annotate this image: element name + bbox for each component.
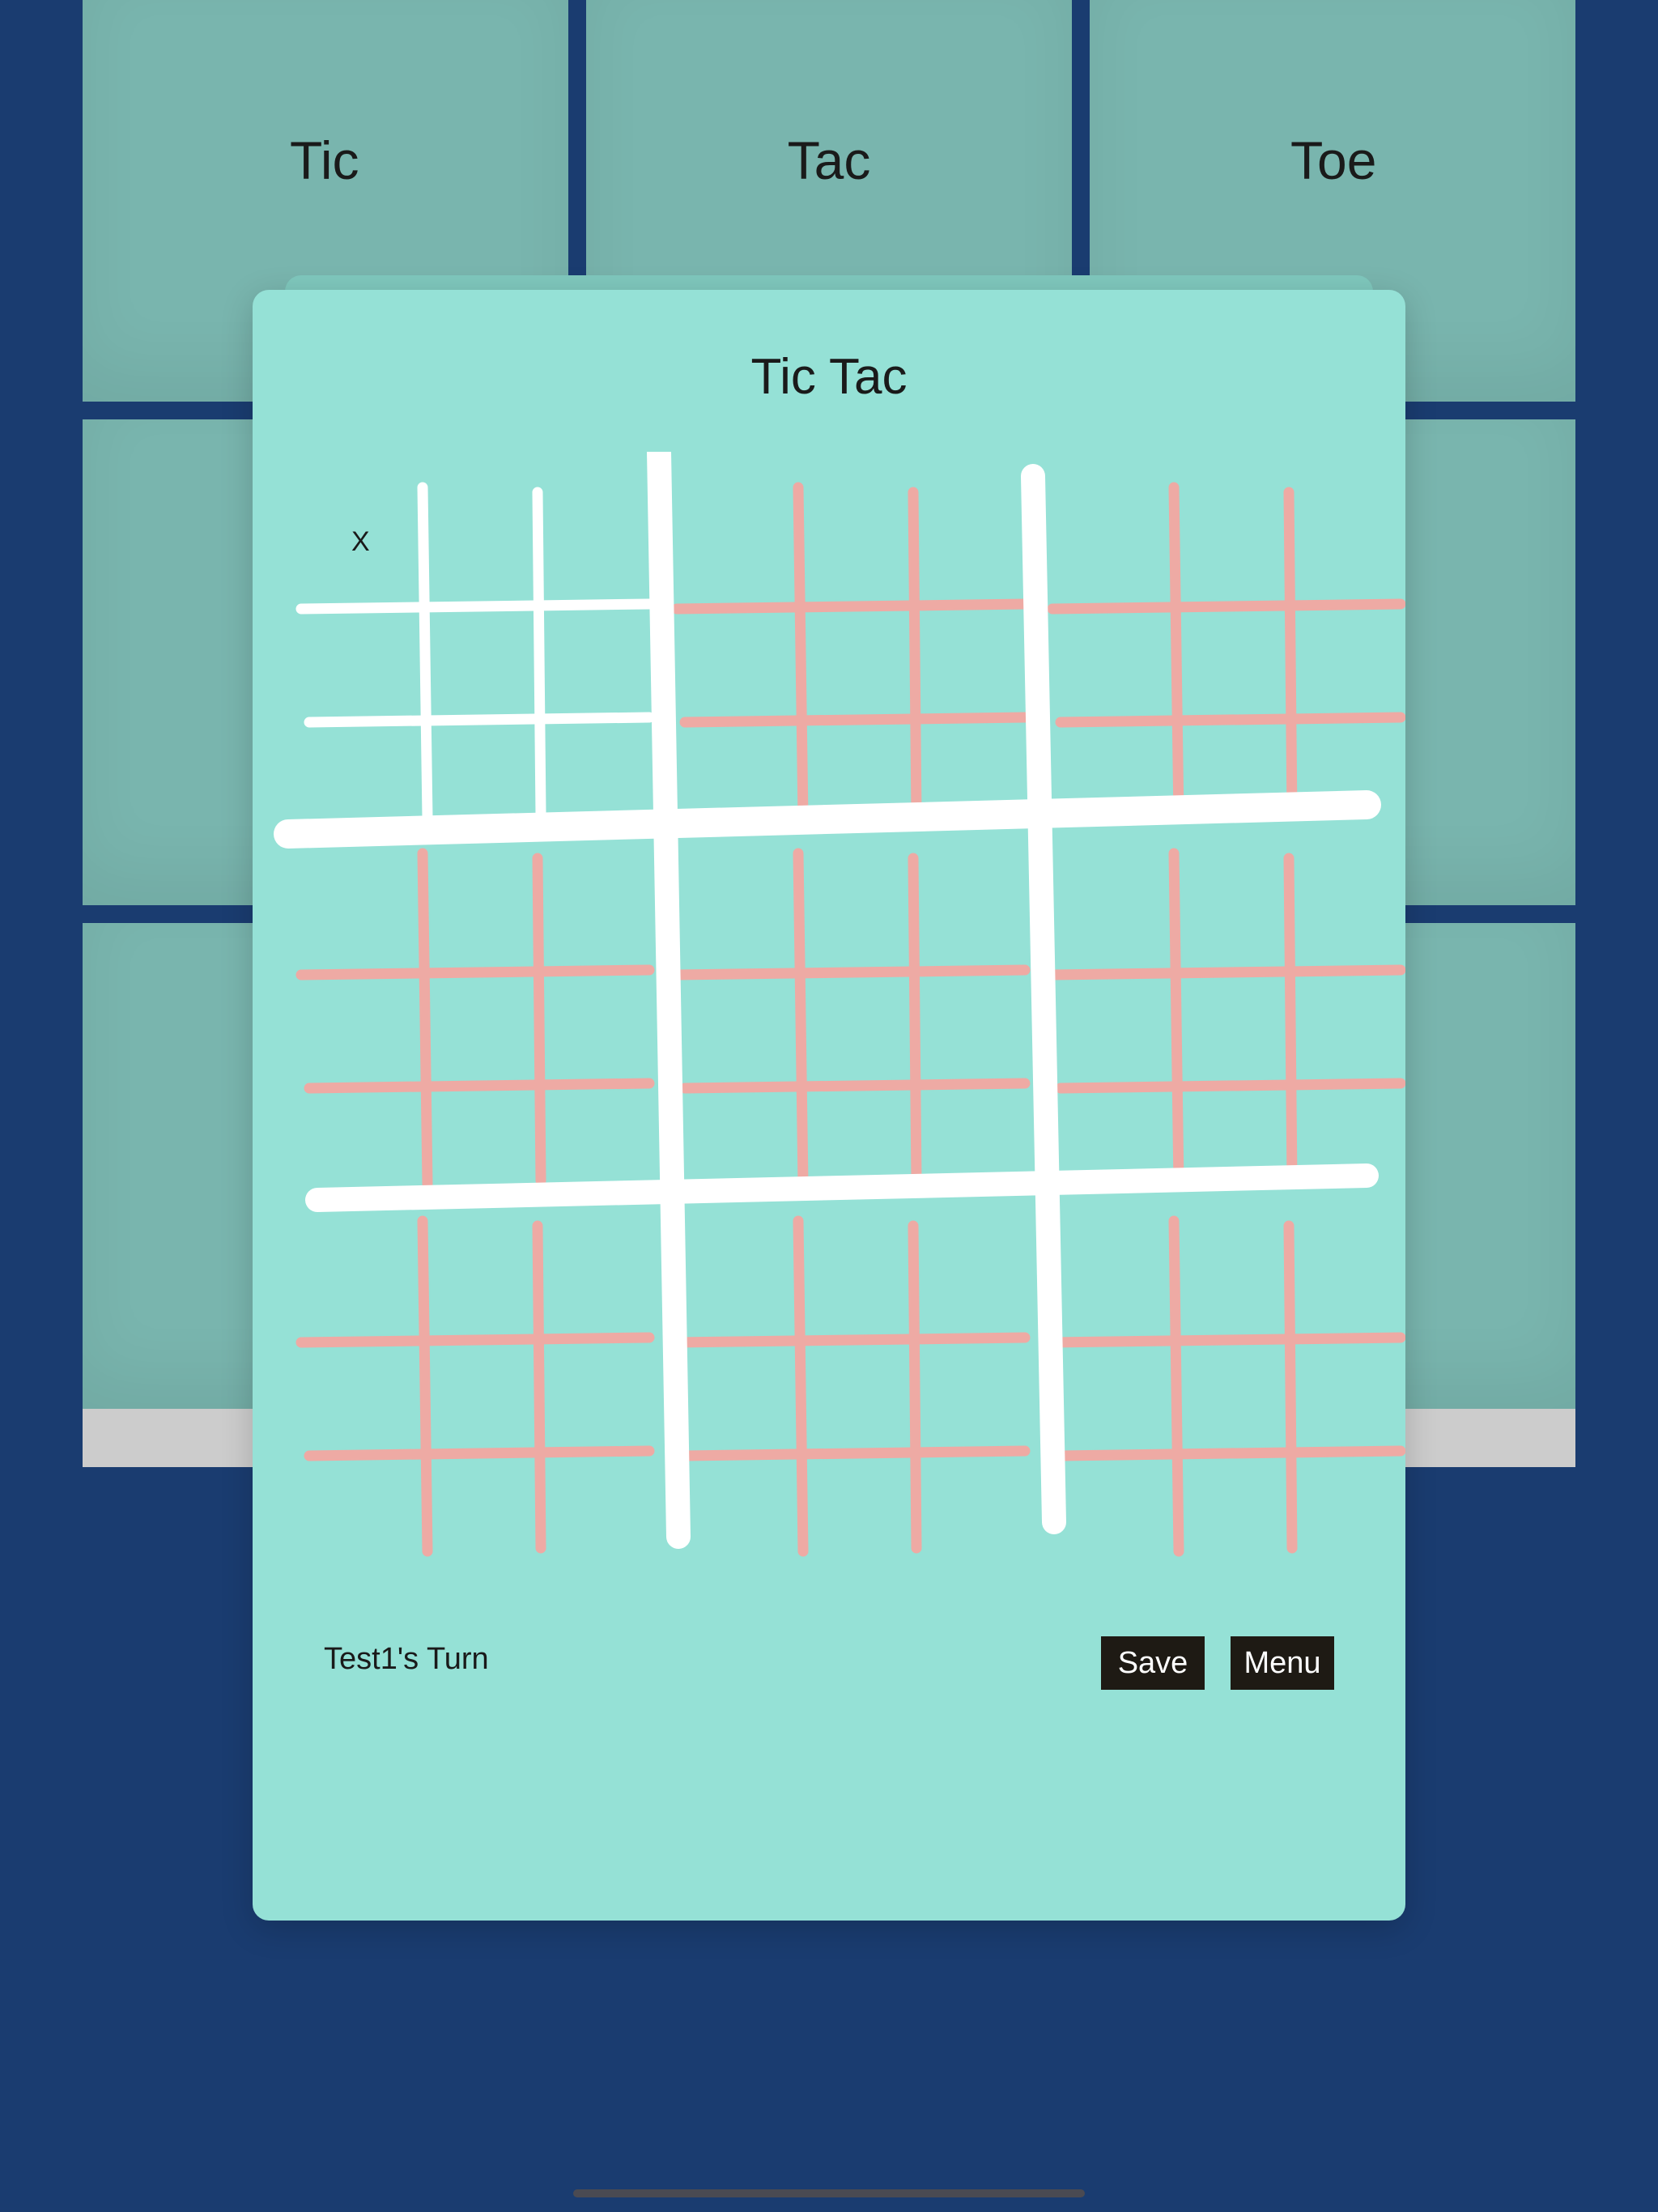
board-cell[interactable] xyxy=(534,1329,649,1440)
board-cell[interactable] xyxy=(909,1329,1025,1440)
board-cell[interactable] xyxy=(793,1073,908,1184)
dialog-title: Tic Tac xyxy=(750,349,908,405)
board-cell[interactable] xyxy=(1052,484,1168,595)
board-cell[interactable] xyxy=(793,1218,908,1329)
board-cell[interactable] xyxy=(677,961,793,1072)
board-cell[interactable] xyxy=(677,484,793,595)
home-indicator xyxy=(573,2189,1085,2197)
board-cell[interactable] xyxy=(1168,961,1284,1072)
board-cell[interactable] xyxy=(534,961,649,1072)
board-cell[interactable] xyxy=(909,961,1025,1072)
board-cell[interactable] xyxy=(1052,850,1168,961)
board-cell[interactable] xyxy=(909,1440,1025,1551)
board-cell[interactable] xyxy=(417,595,533,706)
board-cell[interactable] xyxy=(909,707,1025,818)
board-cell[interactable] xyxy=(677,1073,793,1184)
board-cell[interactable] xyxy=(1168,484,1284,595)
board-cell[interactable] xyxy=(534,1440,649,1551)
board-cell[interactable] xyxy=(417,1440,533,1551)
cell-mark-x: X xyxy=(351,526,370,557)
board-cell[interactable] xyxy=(1052,1329,1168,1440)
board-cell[interactable] xyxy=(909,595,1025,706)
menu-tile-label: Tic xyxy=(290,130,359,190)
board-cell[interactable] xyxy=(417,1329,533,1440)
main-grid-line xyxy=(647,452,691,1549)
board-cell[interactable] xyxy=(1168,1440,1284,1551)
menu-tile-label: Toe xyxy=(1290,130,1377,190)
board-cell[interactable] xyxy=(1285,1440,1401,1551)
board-cell[interactable] xyxy=(301,707,417,818)
board-cell[interactable] xyxy=(909,1073,1025,1184)
board-cell[interactable] xyxy=(301,1073,417,1184)
board-cell[interactable] xyxy=(793,961,908,1072)
board-cell[interactable] xyxy=(1168,595,1284,706)
board-cell[interactable] xyxy=(793,707,908,818)
board-cell[interactable] xyxy=(417,961,533,1072)
board-cell[interactable] xyxy=(1285,1218,1401,1329)
board-cell[interactable] xyxy=(909,484,1025,595)
board-cell[interactable] xyxy=(793,1329,908,1440)
board-cell[interactable] xyxy=(1285,707,1401,818)
board-cell[interactable] xyxy=(534,484,649,595)
board-cell[interactable] xyxy=(534,595,649,706)
board-cell[interactable] xyxy=(793,595,908,706)
board-cell[interactable] xyxy=(534,707,649,818)
board-cell[interactable] xyxy=(534,850,649,961)
board-cell[interactable] xyxy=(1168,707,1284,818)
turn-status: Test1's Turn xyxy=(324,1642,489,1676)
board-cell[interactable] xyxy=(1285,595,1401,706)
board-cell[interactable] xyxy=(677,1440,793,1551)
board-cell[interactable] xyxy=(1168,1218,1284,1329)
board-cell[interactable] xyxy=(1052,961,1168,1072)
board-cell[interactable] xyxy=(417,1073,533,1184)
board-cell[interactable] xyxy=(417,850,533,961)
board-cell[interactable] xyxy=(1285,1073,1401,1184)
board-cell[interactable] xyxy=(534,1073,649,1184)
board-cell[interactable] xyxy=(1285,484,1401,595)
board-cell[interactable] xyxy=(1168,1073,1284,1184)
board-cell[interactable] xyxy=(1052,1440,1168,1551)
board-cell[interactable] xyxy=(793,850,908,961)
board-cell[interactable] xyxy=(909,1218,1025,1329)
board-cell[interactable] xyxy=(301,1329,417,1440)
board-cell[interactable] xyxy=(1168,1329,1284,1440)
board-cell[interactable] xyxy=(793,1440,908,1551)
board-cell[interactable] xyxy=(301,850,417,961)
board-cell[interactable] xyxy=(677,1329,793,1440)
board-cell[interactable] xyxy=(1052,1218,1168,1329)
main-grid-line xyxy=(1021,464,1066,1534)
board-cell[interactable] xyxy=(1052,595,1168,706)
game-board xyxy=(274,452,1405,1557)
board-cell[interactable] xyxy=(301,1440,417,1551)
board-cell[interactable] xyxy=(677,850,793,961)
save-button[interactable]: Save xyxy=(1101,1636,1205,1690)
board-cell[interactable] xyxy=(417,484,533,595)
board-cell[interactable] xyxy=(1052,707,1168,818)
board-cell[interactable] xyxy=(301,1218,417,1329)
board-cell[interactable] xyxy=(1285,850,1401,961)
board-cell[interactable] xyxy=(417,707,533,818)
board-cell[interactable] xyxy=(677,1218,793,1329)
board-cell[interactable] xyxy=(677,707,793,818)
board-cell[interactable] xyxy=(793,484,908,595)
board-cell[interactable] xyxy=(301,595,417,706)
board-cell[interactable] xyxy=(1168,850,1284,961)
board-cell[interactable] xyxy=(677,595,793,706)
game-dialog: Tic Tac X Test1's Turn Save Menu xyxy=(253,290,1405,1921)
board-cell[interactable] xyxy=(909,850,1025,961)
board-cell[interactable] xyxy=(301,961,417,1072)
board-cell[interactable] xyxy=(1285,1329,1401,1440)
menu-button[interactable]: Menu xyxy=(1231,1636,1334,1690)
board-cell[interactable] xyxy=(417,1218,533,1329)
menu-tile-label: Tac xyxy=(787,130,871,190)
board-cell[interactable] xyxy=(534,1218,649,1329)
board-cell[interactable] xyxy=(1052,1073,1168,1184)
board-cell[interactable] xyxy=(1285,961,1401,1072)
